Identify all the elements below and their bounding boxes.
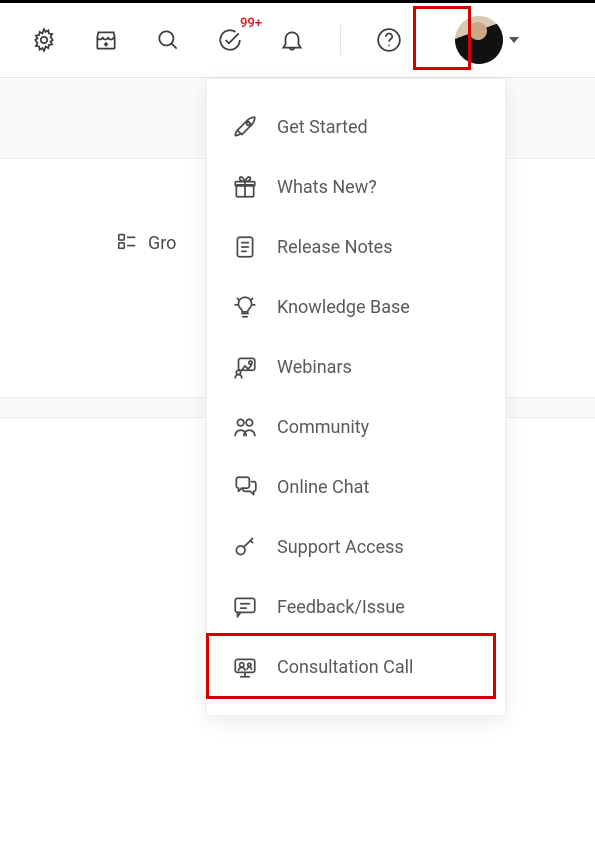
menu-item-feedback[interactable]: Feedback/Issue: [207, 577, 505, 637]
menu-item-label: Support Access: [277, 537, 404, 558]
menu-item-label: Knowledge Base: [277, 297, 410, 318]
menu-item-consultation[interactable]: Consultation Call: [207, 637, 505, 697]
menu-item-release-notes[interactable]: Release Notes: [207, 217, 505, 277]
menu-item-label: Get Started: [277, 117, 368, 138]
menu-item-whats-new[interactable]: Whats New?: [207, 157, 505, 217]
settings-icon[interactable]: [30, 26, 58, 54]
search-icon[interactable]: [154, 26, 182, 54]
tasks-badge: 99+: [240, 16, 262, 31]
menu-item-get-started[interactable]: Get Started: [207, 97, 505, 157]
menu-item-label: Community: [277, 417, 369, 438]
tasks-icon[interactable]: 99+: [216, 26, 244, 54]
community-icon: [231, 413, 259, 441]
help-icon[interactable]: [375, 26, 403, 54]
menu-item-knowledge-base[interactable]: Knowledge Base: [207, 277, 505, 337]
menu-item-webinars[interactable]: Webinars: [207, 337, 505, 397]
separator: [340, 25, 341, 55]
user-menu[interactable]: [455, 16, 519, 64]
menu-item-online-chat[interactable]: Online Chat: [207, 457, 505, 517]
key-icon: [231, 533, 259, 561]
menu-item-label: Feedback/Issue: [277, 597, 405, 618]
group-by-label: Gro: [148, 233, 176, 254]
topbar: 99+: [0, 0, 595, 78]
document-icon: [231, 233, 259, 261]
bell-icon[interactable]: [278, 26, 306, 54]
group-by-control[interactable]: Gro: [116, 230, 176, 257]
menu-item-support-access[interactable]: Support Access: [207, 517, 505, 577]
menu-item-label: Consultation Call: [277, 657, 413, 678]
avatar: [455, 16, 503, 64]
chat-icon: [231, 473, 259, 501]
store-icon[interactable]: [92, 26, 120, 54]
help-dropdown: Get Started Whats New? Release Notes Kno…: [206, 78, 506, 716]
feedback-icon: [231, 593, 259, 621]
menu-item-label: Whats New?: [277, 177, 377, 198]
chevron-down-icon: [509, 37, 519, 43]
menu-item-label: Release Notes: [277, 237, 392, 258]
menu-item-label: Online Chat: [277, 477, 369, 498]
menu-item-community[interactable]: Community: [207, 397, 505, 457]
consultation-icon: [231, 653, 259, 681]
lightbulb-icon: [231, 293, 259, 321]
group-by-icon: [116, 230, 138, 257]
menu-item-label: Webinars: [277, 357, 352, 378]
rocket-icon: [231, 113, 259, 141]
webinar-icon: [231, 353, 259, 381]
gift-icon: [231, 173, 259, 201]
